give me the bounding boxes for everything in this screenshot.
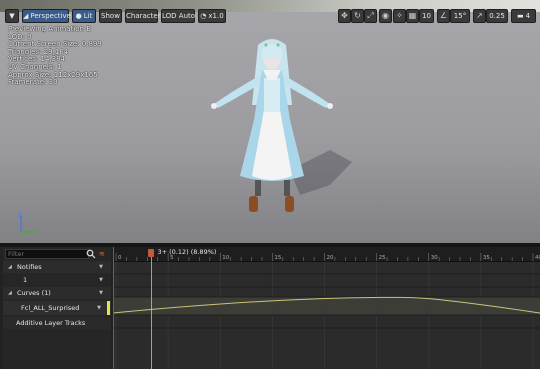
collapse-triangle-icon: ◢: [8, 264, 12, 270]
additive-layer-tracks[interactable]: Additive Layer Tracks: [3, 317, 111, 329]
svg-text:Z: Z: [18, 212, 22, 219]
grid-snap-value[interactable]: 10: [419, 9, 434, 23]
lit-button[interactable]: ● Lit: [72, 9, 96, 23]
scale-tool-button[interactable]: ⤢: [364, 9, 377, 23]
track-list-panel: ≋ ◢ Notifies ▼ 1 ▼ ◢ Curves (1) ▼ Fcl_AL…: [3, 247, 111, 369]
filter-row: ≋: [3, 248, 111, 259]
notifies-track[interactable]: ◢ Notifies ▼: [3, 261, 111, 273]
surface-snap-button[interactable]: ✧: [393, 9, 406, 23]
filter-icon: ≋: [99, 250, 105, 258]
ruler-tick-label: 15: [274, 255, 281, 261]
grid-icon: ▦: [408, 11, 417, 20]
rotate-icon: ↻: [354, 11, 361, 20]
filter-input[interactable]: [5, 249, 89, 259]
globe-icon: ◉: [382, 11, 389, 20]
camera-icon: ◢: [23, 12, 29, 20]
rotate-tool-button[interactable]: ↻: [351, 9, 364, 23]
scale-icon: ⤢: [367, 11, 374, 20]
timeline-graphics: 0510152025303540: [113, 253, 540, 369]
speed-icon: ◔: [200, 12, 207, 20]
frame-readout: 3+ (0.12) (8.89%): [157, 248, 217, 256]
curve-dropdown-icon[interactable]: ▼: [97, 301, 101, 315]
viewport-stats: Previewing Animation B LOD: 0 Current Sc…: [8, 25, 102, 87]
track-filter-button[interactable]: ≋: [99, 249, 109, 259]
coordinate-space-button[interactable]: ◉: [379, 9, 392, 23]
camera-speed-button[interactable]: ▬ 4: [511, 9, 536, 23]
curves-track[interactable]: ◢ Curves (1) ▼: [3, 287, 111, 299]
ruler-tick-label: 0: [118, 255, 122, 261]
scale-snap-icon: ↗: [476, 11, 483, 20]
notifies-dropdown-icon[interactable]: ▼: [99, 261, 103, 273]
curve-color-marker: [107, 301, 110, 315]
ruler-tick-label: 40: [535, 255, 540, 261]
notify-track-dropdown-icon[interactable]: ▼: [99, 274, 103, 286]
ruler-tick-label: 35: [483, 255, 490, 261]
character-button[interactable]: Character: [125, 9, 161, 23]
start-marker-line: [113, 247, 114, 369]
ruler-tick-label: 30: [431, 255, 438, 261]
viewport-toolbar: ▼ ◢ Perspective ● Lit Show Character LOD A…: [0, 9, 540, 24]
show-button[interactable]: Show: [99, 9, 122, 23]
animation-sequencer: ≋ ◢ Notifies ▼ 1 ▼ ◢ Curves (1) ▼ Fcl_AL…: [0, 243, 540, 369]
curve-line[interactable]: [113, 296, 540, 314]
camera-speed-icon: ▬: [516, 12, 524, 20]
notify-track-1[interactable]: 1 ▼: [3, 274, 111, 286]
collapse-triangle-icon: ◢: [8, 290, 12, 296]
translate-tool-button[interactable]: ✥: [338, 9, 351, 23]
stat-framerate: Framerate: 30: [8, 78, 58, 87]
perspective-button[interactable]: ◢ Perspective: [22, 9, 71, 23]
ruler-tick-label: 10: [222, 255, 229, 261]
ruler-tick-label: 20: [327, 255, 334, 261]
scale-snap-value[interactable]: 0.25: [486, 9, 508, 23]
curve-track-item[interactable]: Fcl_ALL_Surprised ▼: [3, 301, 111, 315]
angle-snap-value[interactable]: 15°: [450, 9, 470, 23]
move-icon: ✥: [341, 11, 348, 20]
playhead-handle[interactable]: [148, 249, 155, 257]
animation-viewport[interactable]: Z Y ▼ ◢ Perspective ● Lit Show Character L…: [0, 0, 540, 243]
angle-icon: ∠: [439, 11, 448, 20]
angle-snap-toggle[interactable]: ∠: [437, 9, 450, 23]
curves-dropdown-icon[interactable]: ▼: [99, 287, 103, 299]
grid-snap-toggle[interactable]: ▦: [406, 9, 419, 23]
scale-snap-toggle[interactable]: ↗: [473, 9, 486, 23]
lod-button[interactable]: LOD Auto: [161, 9, 195, 23]
dropdown-triangle-icon: ▼: [9, 12, 15, 20]
ruler-tick-label: 25: [379, 255, 386, 261]
search-icon[interactable]: [86, 249, 96, 259]
svg-text:Y: Y: [34, 231, 39, 238]
timeline-area[interactable]: 0510152025303540 3+ (0.12) (8.89%): [113, 247, 540, 369]
playback-speed-button[interactable]: ◔ x1.0: [198, 9, 226, 23]
axis-indicator: Z Y: [18, 212, 39, 238]
snap-icon: ✧: [396, 11, 403, 20]
sphere-icon: ●: [75, 12, 82, 20]
viewport-options-button[interactable]: ▼: [5, 9, 19, 23]
